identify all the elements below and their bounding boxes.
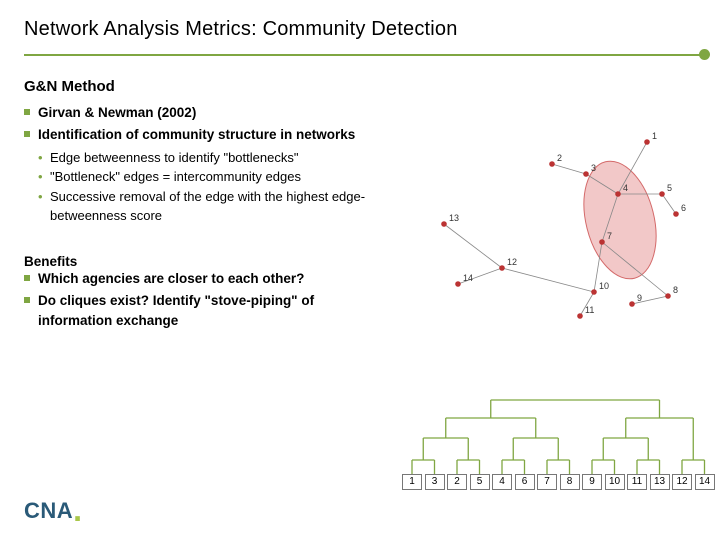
sub-bullet-item: Successive removal of the edge with the …: [50, 187, 376, 226]
graph-node: [644, 139, 650, 145]
graph-node: [441, 221, 447, 227]
benefits-bullet-list: Which agencies are closer to each other?…: [24, 269, 376, 332]
main-content: Girvan & Newman (2002) Identification of…: [0, 103, 400, 331]
dendrogram-leaf-label: 6: [515, 474, 535, 490]
dendrogram-leaf-label: 5: [470, 474, 490, 490]
dendrogram-leaf-label: 11: [627, 474, 647, 490]
sub-bullet-item: Edge betweenness to identify "bottleneck…: [50, 148, 376, 168]
dendrogram-leaf-label: 14: [695, 474, 715, 490]
graph-edge: [444, 224, 502, 268]
bullet-item: Identification of community structure in…: [38, 125, 376, 145]
divider-dot-icon: [699, 49, 710, 60]
graph-node-label: 13: [449, 213, 459, 223]
dendrogram-figure: 1325467891011131214: [402, 390, 718, 490]
graph-node: [577, 313, 583, 319]
title-divider: [0, 49, 720, 60]
graph-node-label: 3: [591, 163, 596, 173]
bullet-item: Do cliques exist? Identify "stove-piping…: [38, 291, 376, 332]
graph-node: [629, 301, 635, 307]
sub-bullet-item: "Bottleneck" edges = intercommunity edge…: [50, 167, 376, 187]
dendrogram-leaf-label: 13: [650, 474, 670, 490]
dendrogram-leaf-label: 2: [447, 474, 467, 490]
cna-logo: CNA.: [24, 498, 83, 524]
dendrogram-leaf-label: 4: [492, 474, 512, 490]
benefits-heading: Benefits: [24, 254, 376, 269]
dendrogram-leaf-label: 9: [582, 474, 602, 490]
graph-edge: [552, 164, 586, 174]
graph-node-label: 2: [557, 153, 562, 163]
bullet-item: Girvan & Newman (2002): [38, 103, 376, 123]
graph-node: [615, 191, 621, 197]
graph-node: [591, 289, 597, 295]
divider-line: [24, 54, 701, 56]
graph-node: [659, 191, 665, 197]
graph-node: [665, 293, 671, 299]
graph-node-label: 10: [599, 281, 609, 291]
graph-node-label: 11: [585, 305, 594, 315]
graph-node: [583, 171, 589, 177]
graph-node-label: 4: [623, 183, 628, 193]
graph-node-label: 14: [463, 273, 473, 283]
graph-node-label: 1: [652, 131, 657, 141]
dendrogram-leaf-label: 8: [560, 474, 580, 490]
graph-node-label: 6: [681, 203, 686, 213]
graph-node: [599, 239, 605, 245]
graph-node: [549, 161, 555, 167]
graph-node: [499, 265, 505, 271]
sub-bullet-list: Edge betweenness to identify "bottleneck…: [24, 148, 376, 226]
page-title: Network Analysis Metrics: Community Dete…: [0, 0, 720, 49]
dendrogram-leaf-label: 10: [605, 474, 625, 490]
logo-dot-icon: .: [73, 492, 82, 528]
bullet-item: Which agencies are closer to each other?: [38, 269, 376, 289]
graph-node-label: 5: [667, 183, 672, 193]
dendrogram-leaf-label: 3: [425, 474, 445, 490]
dendrogram-leaf-label: 7: [537, 474, 557, 490]
dendrogram-tree: [402, 390, 718, 474]
graph-node-label: 8: [673, 285, 678, 295]
graph-node: [673, 211, 679, 217]
graph-node-label: 12: [507, 257, 517, 267]
logo-text: CNA: [24, 498, 73, 523]
graph-edge: [662, 194, 676, 214]
section-heading: G&N Method: [0, 78, 720, 103]
dendrogram-leaf-label: 1: [402, 474, 422, 490]
main-bullet-list: Girvan & Newman (2002) Identification of…: [24, 103, 376, 146]
dendrogram-labels: 1325467891011131214: [402, 474, 717, 490]
graph-node-label: 9: [637, 293, 642, 303]
graph-edge: [502, 268, 594, 292]
dendrogram-leaf-label: 12: [672, 474, 692, 490]
graph-node: [455, 281, 461, 287]
graph-node-label: 7: [607, 231, 612, 241]
network-graph-figure: 1234567891011121314: [422, 130, 692, 330]
